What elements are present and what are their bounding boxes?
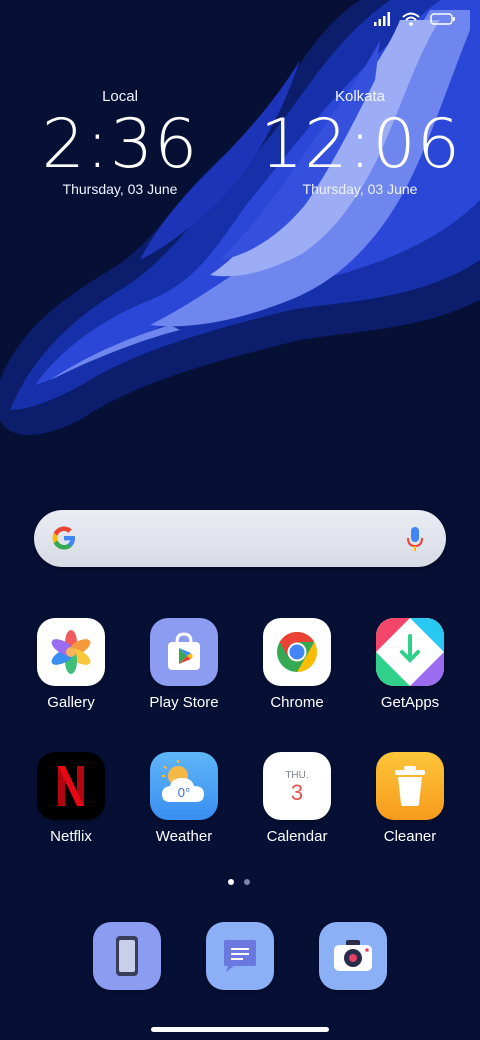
app-label: Weather	[155, 828, 213, 845]
google-search-bar[interactable]	[34, 510, 446, 567]
page-indicator	[228, 879, 250, 885]
wifi-icon	[402, 12, 420, 26]
clock-time: 12:06	[260, 105, 461, 184]
messages-icon	[224, 940, 256, 972]
dock-phone[interactable]	[93, 922, 161, 990]
netflix-icon	[37, 752, 105, 820]
home-indicator[interactable]	[151, 1027, 329, 1032]
play-store-icon	[150, 618, 218, 686]
app-play-store[interactable]: Play Store	[129, 618, 239, 711]
status-bar	[374, 12, 456, 26]
page-dot[interactable]	[244, 879, 250, 885]
app-label: GetApps	[380, 694, 440, 711]
clock-city: Kolkata	[334, 88, 386, 105]
chrome-icon	[263, 618, 331, 686]
clock-widget-kolkata[interactable]: Kolkata 12:06 Thursday, 03 June	[260, 88, 460, 197]
app-label: Calendar	[266, 828, 328, 845]
getapps-icon	[376, 618, 444, 686]
app-getapps[interactable]: GetApps	[355, 618, 465, 711]
google-g-icon	[52, 526, 75, 550]
app-calendar[interactable]: THU. 3 Calendar	[242, 752, 352, 845]
app-cleaner[interactable]: Cleaner	[355, 752, 465, 845]
app-chrome[interactable]: Chrome	[242, 618, 352, 711]
signal-icon	[374, 12, 390, 26]
camera-icon	[334, 940, 372, 971]
page-dot-active[interactable]	[228, 879, 234, 885]
battery-icon	[430, 13, 455, 25]
calendar-date: 3	[290, 779, 304, 805]
app-label: Netflix	[50, 828, 92, 845]
dock-camera[interactable]	[319, 922, 387, 990]
phone-icon	[116, 936, 138, 976]
app-label: Cleaner	[383, 828, 437, 845]
app-label: Play Store	[149, 694, 219, 711]
calendar-icon: THU. 3	[263, 752, 331, 820]
weather-temperature: 0°	[177, 784, 191, 800]
app-weather[interactable]: 0° Weather	[129, 752, 239, 845]
microphone-icon[interactable]	[406, 525, 424, 553]
dock-messages[interactable]	[206, 922, 274, 990]
weather-icon: 0°	[150, 752, 218, 820]
calendar-day: THU.	[285, 769, 309, 781]
app-label: Gallery	[47, 694, 95, 711]
app-gallery[interactable]: Gallery	[16, 618, 126, 711]
app-netflix[interactable]: Netflix	[16, 752, 126, 845]
app-label: Chrome	[270, 694, 324, 711]
clock-time: 2:36	[41, 105, 199, 184]
cleaner-icon	[376, 752, 444, 820]
clock-city: Local	[102, 88, 138, 105]
gallery-icon	[37, 618, 105, 686]
clock-widget-local[interactable]: Local 2:36 Thursday, 03 June	[20, 88, 220, 197]
